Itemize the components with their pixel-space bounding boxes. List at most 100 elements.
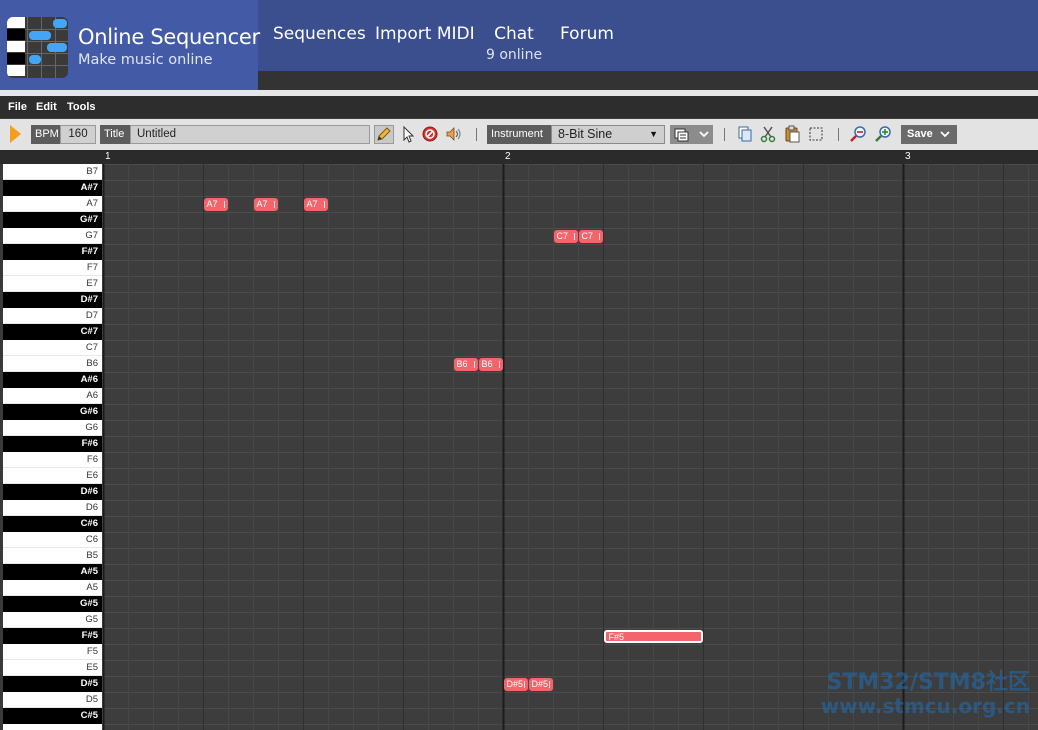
note-resize-handle[interactable] (573, 232, 575, 240)
piano-key[interactable]: C#5 (3, 708, 102, 724)
instrument-select[interactable]: 8-Bit Sine ▼ (551, 125, 665, 144)
dropdown-arrow-icon: ▼ (649, 129, 658, 139)
piano-key[interactable]: F#5 (3, 628, 102, 644)
timeline[interactable]: 1 2 3 (103, 150, 1038, 164)
note-block[interactable]: B6 (453, 357, 478, 371)
site-header: Online Sequencer Make music online Seque… (0, 0, 1038, 90)
nav-sequences[interactable]: Sequences (273, 24, 366, 44)
note-resize-handle[interactable] (323, 200, 325, 208)
measure-number: 3 (905, 151, 911, 162)
piano-key[interactable]: F6 (3, 452, 102, 468)
note-grid[interactable] (103, 164, 1038, 730)
piano-key[interactable]: B6 (3, 356, 102, 372)
piano-key[interactable]: D5 (3, 692, 102, 708)
piano-key[interactable]: C#7 (3, 324, 102, 340)
instrument-label: Instrument (487, 125, 551, 144)
copy-icon[interactable] (736, 125, 756, 144)
piano-key[interactable]: D#7 (3, 292, 102, 308)
zoom-out-icon[interactable] (849, 125, 869, 144)
cut-icon[interactable] (759, 125, 779, 144)
note-resize-handle[interactable] (473, 360, 475, 368)
piano-key[interactable]: G#5 (3, 596, 102, 612)
piano-key[interactable]: G6 (3, 420, 102, 436)
piano-key[interactable]: E7 (3, 276, 102, 292)
note-resize-handle[interactable] (223, 200, 225, 208)
watermark-line1: STM32/STM8社区 (826, 670, 1030, 695)
bpm-input[interactable]: 160 (60, 125, 96, 144)
piano-key[interactable]: E5 (3, 660, 102, 676)
piano-key[interactable]: G5 (3, 612, 102, 628)
nav-chat-group[interactable]: Chat 9 online (486, 24, 542, 63)
note-resize-handle[interactable] (598, 232, 600, 240)
piano-key[interactable]: D6 (3, 500, 102, 516)
zoom-in-icon[interactable] (874, 125, 894, 144)
menu-tools[interactable]: Tools (67, 101, 96, 113)
instrument-settings-icon[interactable] (670, 125, 694, 144)
piano-key[interactable]: G#6 (3, 404, 102, 420)
piano-key[interactable]: F#7 (3, 244, 102, 260)
note-block[interactable]: D#5 (528, 677, 553, 691)
note-block[interactable]: A7 (253, 197, 278, 211)
note-block[interactable]: F#5 (603, 629, 703, 643)
menu-bar: File Edit Tools (0, 96, 1038, 118)
nav-chat[interactable]: Chat (486, 24, 542, 44)
brand-title[interactable]: Online Sequencer (78, 25, 260, 49)
piano-key[interactable]: A5 (3, 580, 102, 596)
brand-subtitle: Make music online (78, 52, 213, 68)
note-block[interactable]: C7 (578, 229, 603, 243)
piano-key[interactable]: E6 (3, 468, 102, 484)
watermark: STM32/STM8社区 www.stmcu.org.cn (821, 670, 1030, 717)
piano-key[interactable]: A#7 (3, 180, 102, 196)
piano-key[interactable]: G#7 (3, 212, 102, 228)
chevron-down-icon[interactable] (694, 125, 713, 144)
piano-key[interactable]: B5 (3, 548, 102, 564)
note-resize-handle[interactable] (273, 200, 275, 208)
paste-icon[interactable] (783, 125, 803, 144)
piano-key[interactable]: F7 (3, 260, 102, 276)
piano-key[interactable]: D#5 (3, 676, 102, 692)
piano-key[interactable]: A#5 (3, 564, 102, 580)
note-block[interactable]: A7 (203, 197, 228, 211)
grid-background (103, 164, 1038, 730)
save-button[interactable]: Save (901, 125, 957, 144)
brand[interactable]: Online Sequencer Make music online (0, 0, 260, 90)
logo-icon[interactable] (7, 17, 68, 78)
menu-edit[interactable]: Edit (36, 101, 57, 113)
instrument-value: 8-Bit Sine (558, 127, 613, 141)
bpm-label: BPM (31, 125, 60, 144)
piano-key[interactable]: A6 (3, 388, 102, 404)
nav-import-midi[interactable]: Import MIDI (375, 24, 475, 44)
play-icon[interactable] (10, 125, 21, 143)
note-label: F#5 (608, 631, 625, 642)
piano-key[interactable]: C6 (3, 532, 102, 548)
note-label: C7 (556, 230, 569, 241)
piano-key[interactable]: C7 (3, 340, 102, 356)
note-resize-handle[interactable] (498, 360, 500, 368)
piano-key[interactable]: C#6 (3, 516, 102, 532)
save-label: Save (907, 128, 933, 140)
separator (724, 128, 725, 141)
note-resize-handle[interactable] (548, 680, 550, 688)
note-block[interactable]: B6 (478, 357, 503, 371)
select-all-icon[interactable] (807, 125, 827, 144)
title-input[interactable]: Untitled (130, 125, 370, 144)
pencil-icon[interactable] (374, 125, 394, 144)
menu-file[interactable]: File (8, 101, 27, 113)
pointer-icon[interactable] (399, 125, 419, 144)
piano-key[interactable]: A#6 (3, 372, 102, 388)
delete-icon[interactable] (421, 125, 441, 144)
piano-key[interactable]: D#6 (3, 484, 102, 500)
piano-key[interactable]: G7 (3, 228, 102, 244)
note-block[interactable]: C7 (553, 229, 578, 243)
piano-key[interactable]: A7 (3, 196, 102, 212)
note-block[interactable]: A7 (303, 197, 328, 211)
piano-key[interactable]: B7 (3, 164, 102, 180)
speaker-icon[interactable] (444, 125, 464, 144)
note-label: B6 (481, 358, 493, 369)
piano-key[interactable]: D7 (3, 308, 102, 324)
note-block[interactable]: D#5 (503, 677, 528, 691)
piano-key[interactable]: F#6 (3, 436, 102, 452)
piano-key[interactable]: F5 (3, 644, 102, 660)
nav-forum[interactable]: Forum (560, 24, 614, 44)
note-resize-handle[interactable] (523, 680, 525, 688)
